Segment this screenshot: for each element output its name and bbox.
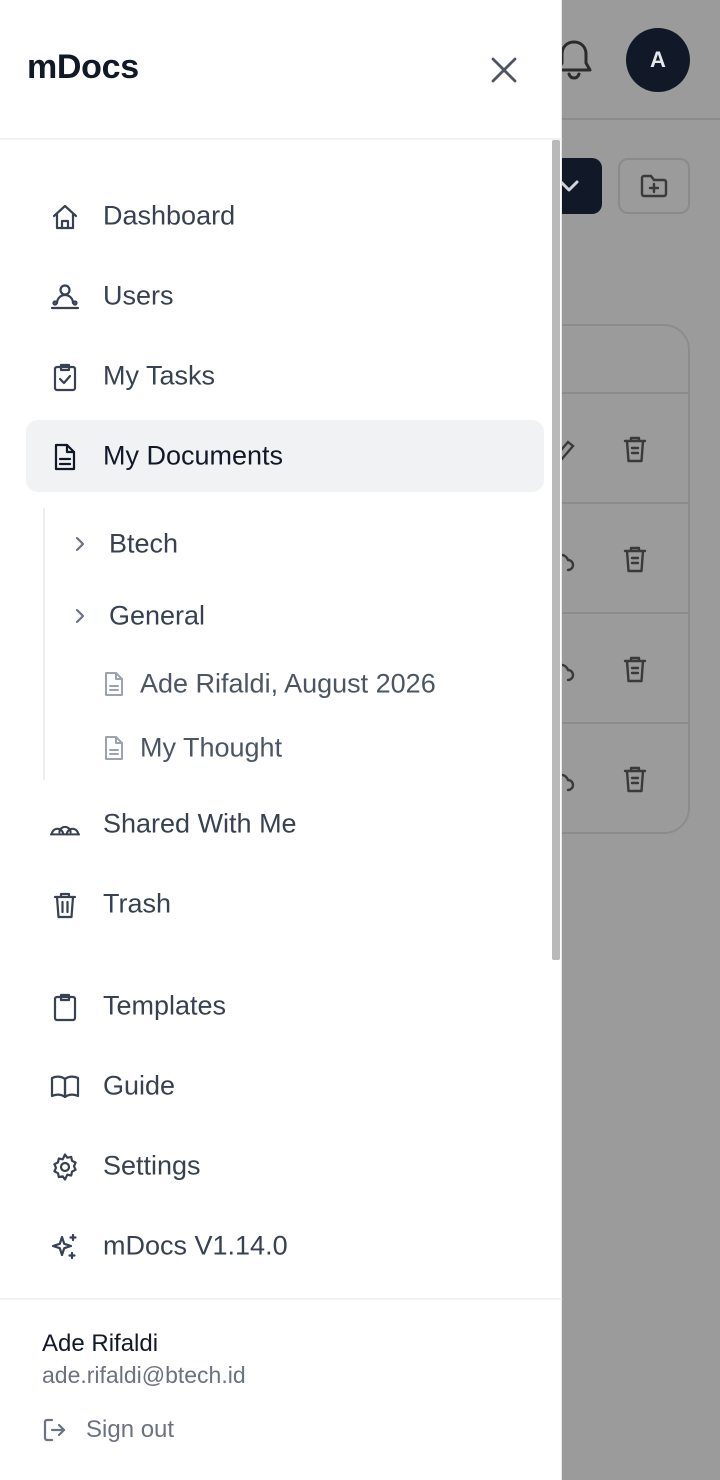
sidebar-item-label: Users xyxy=(103,280,174,311)
sidebar-item-users[interactable]: Users xyxy=(26,260,544,332)
file-icon xyxy=(105,672,123,696)
sidebar-item-label: Settings xyxy=(103,1150,201,1181)
document-icon xyxy=(50,442,80,472)
new-folder-button xyxy=(618,158,690,214)
sidebar-item-version[interactable]: mDocs V1.14.0 xyxy=(26,1210,544,1282)
sidebar-item-label: Templates xyxy=(103,990,227,1021)
sidebar-item-settings[interactable]: Settings xyxy=(26,1130,544,1202)
document-label: My Thought xyxy=(140,732,283,763)
clipboard-icon xyxy=(50,992,80,1022)
gear-icon xyxy=(50,1152,80,1182)
sidebar-item-templates[interactable]: Templates xyxy=(26,970,544,1042)
trash-icon xyxy=(622,764,648,794)
folder-item-general[interactable]: General xyxy=(64,596,504,636)
chevron-right-icon xyxy=(75,608,85,624)
trash-icon xyxy=(622,654,648,684)
trash-icon xyxy=(50,890,80,920)
people-icon xyxy=(50,810,80,840)
sidebar-drawer: mDocs Dashboard Users My Tasks My Docume… xyxy=(0,0,562,1480)
scrollbar[interactable] xyxy=(552,140,560,960)
users-icon xyxy=(50,282,80,312)
user-email: ade.rifaldi@btech.id xyxy=(42,1362,246,1388)
book-open-icon xyxy=(50,1072,80,1102)
chevron-right-icon xyxy=(75,536,85,552)
folder-label: General xyxy=(109,600,206,631)
app-title: mDocs xyxy=(27,48,139,86)
trash-icon xyxy=(622,544,648,574)
user-name: Ade Rifaldi xyxy=(42,1330,159,1357)
file-icon xyxy=(105,736,123,760)
avatar: A xyxy=(626,28,690,92)
sign-out-button[interactable]: Sign out xyxy=(42,1412,174,1448)
folder-item-btech[interactable]: Btech xyxy=(64,524,504,564)
sidebar-item-trash[interactable]: Trash xyxy=(26,868,544,940)
sidebar-item-my-tasks[interactable]: My Tasks xyxy=(26,340,544,412)
sidebar-item-label: My Tasks xyxy=(103,360,216,391)
drawer-header: mDocs xyxy=(0,0,562,140)
sidebar-item-label: Trash xyxy=(103,888,172,919)
sidebar-item-label: My Documents xyxy=(103,440,284,471)
document-item[interactable]: Ade Rifaldi, August 2026 xyxy=(100,664,520,704)
clipboard-check-icon xyxy=(50,362,80,392)
logout-icon xyxy=(43,1418,66,1442)
document-label: Ade Rifaldi, August 2026 xyxy=(140,668,436,699)
trash-icon xyxy=(622,434,648,464)
tree-guide-line xyxy=(43,508,45,780)
sidebar-item-label: Shared With Me xyxy=(103,808,297,839)
close-icon xyxy=(491,57,517,83)
close-button[interactable] xyxy=(482,48,526,92)
sidebar-item-label: Dashboard xyxy=(103,200,236,231)
home-icon xyxy=(50,202,80,232)
sign-out-label: Sign out xyxy=(86,1416,175,1443)
user-panel: Ade Rifaldi ade.rifaldi@btech.id Sign ou… xyxy=(0,1298,562,1480)
document-item[interactable]: My Thought xyxy=(100,728,520,768)
folder-plus-icon xyxy=(640,174,668,198)
sparkles-icon xyxy=(50,1232,80,1262)
sidebar-item-guide[interactable]: Guide xyxy=(26,1050,544,1122)
sidebar-item-label: mDocs V1.14.0 xyxy=(103,1230,288,1261)
sidebar-item-shared-with-me[interactable]: Shared With Me xyxy=(26,788,544,860)
folder-label: Btech xyxy=(109,528,179,559)
sidebar-item-dashboard[interactable]: Dashboard xyxy=(26,180,544,252)
sidebar-item-my-documents[interactable]: My Documents xyxy=(26,420,544,492)
sidebar-item-label: Guide xyxy=(103,1070,176,1101)
